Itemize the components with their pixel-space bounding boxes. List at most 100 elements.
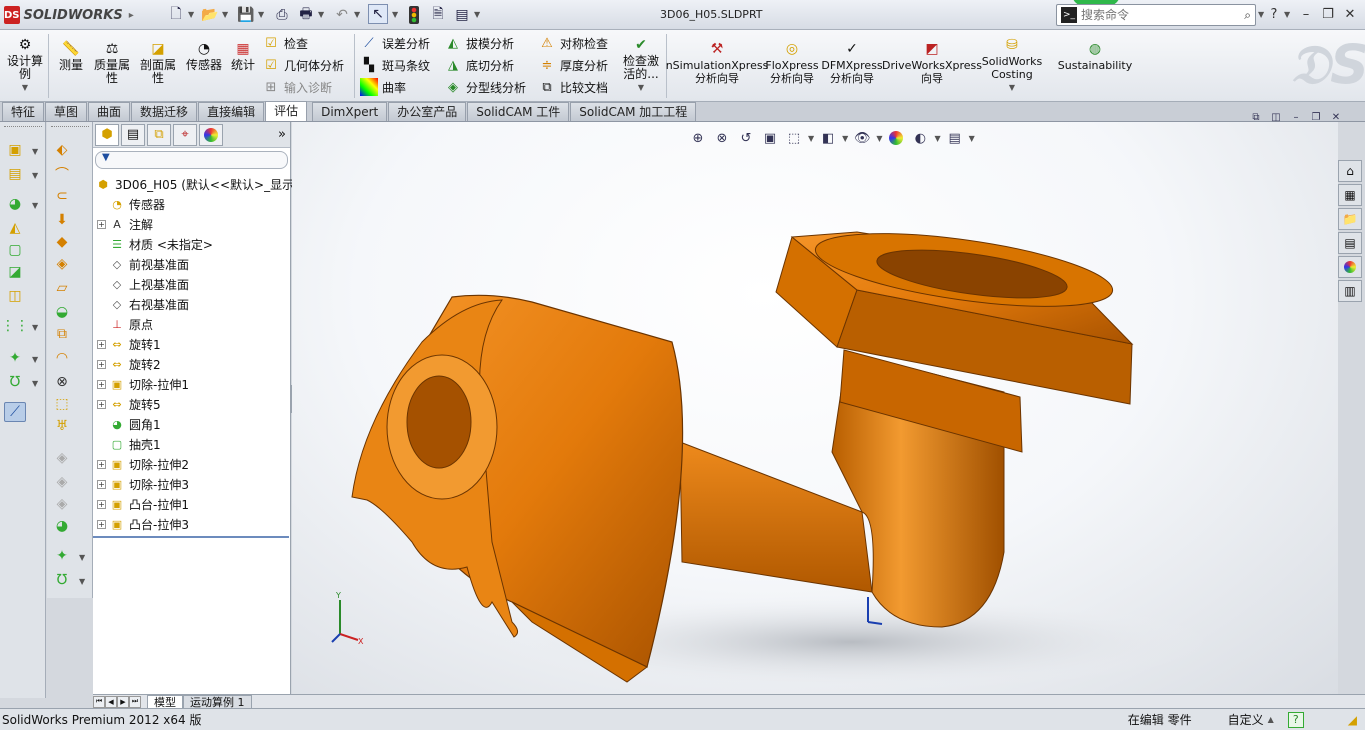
pattern-disabled-icon[interactable]: ◈ — [51, 472, 73, 492]
zebra-stripes-button[interactable]: ▚ 斑马条纹 — [360, 54, 430, 76]
chevron-down-icon[interactable]: ▼ — [392, 10, 398, 19]
tree-node[interactable]: + ▣ 凸台-拉伸1 — [97, 494, 189, 514]
printer-icon[interactable]: 🖶 — [296, 5, 316, 25]
configuration-manager-tab-icon[interactable]: ⧉ — [147, 123, 171, 146]
rebuild-traffic-light-icon[interactable] — [404, 5, 424, 25]
split-icon[interactable]: ♅ — [51, 416, 73, 436]
chevron-down-icon[interactable]: ▼ — [876, 134, 882, 143]
tab-6[interactable]: DimXpert — [312, 102, 388, 121]
chevron-down-icon[interactable]: ▼ — [32, 147, 38, 156]
tree-node[interactable]: + ▣ 凸台-拉伸3 — [97, 514, 189, 534]
solidworks-logo[interactable]: DS SOLIDWORKS ▸ — [4, 4, 134, 26]
dimxpert-manager-tab-icon[interactable]: ⌖ — [173, 123, 197, 146]
feature-manager-tab-icon[interactable]: ⬢ — [95, 123, 119, 146]
tree-node[interactable]: + A 注解 — [97, 214, 153, 234]
extruded-cut-icon[interactable]: ▤ — [4, 164, 26, 184]
chevron-down-icon[interactable]: ▼ — [258, 10, 264, 19]
lofted-cut-icon[interactable]: ▱ — [51, 278, 73, 298]
zoom-to-fit-icon[interactable]: ⊕ — [688, 128, 708, 148]
tab-7[interactable]: 办公室产品 — [388, 102, 467, 121]
reference-point-icon[interactable]: ✦ — [51, 546, 73, 566]
custom-properties-icon[interactable]: ▥ — [1338, 280, 1362, 302]
help-icon[interactable]: ? — [1264, 4, 1284, 24]
chevron-down-icon[interactable]: ▼ — [32, 379, 38, 388]
print-icon[interactable]: ⎙ — [272, 5, 292, 25]
property-manager-tab-icon[interactable]: ▤ — [121, 123, 145, 146]
close-window-button[interactable]: ✕ — [1340, 4, 1360, 24]
sw-costing-button[interactable]: ⛁ SolidWorks Costing ▼ — [982, 36, 1042, 94]
tree-node[interactable]: ◇ 右视基准面 — [97, 294, 189, 314]
chevron-down-icon[interactable]: ▼ — [32, 355, 38, 364]
tab-0[interactable]: 特征 — [2, 102, 45, 121]
chevron-down-icon[interactable]: ▼ — [79, 577, 85, 586]
undo-icon[interactable]: ↶ — [332, 5, 352, 25]
chevron-down-icon[interactable]: ▼ — [32, 323, 38, 332]
model-tab[interactable]: 模型 — [147, 694, 183, 709]
expand-toggle-icon[interactable]: + — [97, 339, 106, 349]
check-active-button[interactable]: ✔ 检查激活的... ▼ — [618, 36, 664, 94]
shell-icon[interactable]: ▢ — [4, 240, 26, 260]
expand-toggle-icon[interactable]: + — [97, 519, 106, 529]
chevron-down-icon[interactable]: ▼ — [969, 134, 975, 143]
swept-cut-icon[interactable]: ◈ — [51, 254, 73, 274]
chevron-down-icon[interactable]: ▼ — [32, 171, 38, 180]
tab-5[interactable]: 评估 — [265, 101, 308, 121]
tree-node[interactable]: + ▣ 切除-拉伸2 — [97, 454, 189, 474]
deviation-analysis-button[interactable]: ⟋ 误差分析 — [360, 32, 430, 54]
chevron-down-icon[interactable]: ▼ — [1284, 10, 1290, 19]
reference-geometry-icon[interactable]: ✦ — [4, 348, 26, 368]
tile-view-icon[interactable]: ⧉ — [1248, 110, 1264, 124]
part-model-view[interactable]: Y X — [292, 122, 1338, 694]
tab-4[interactable]: 直接编辑 — [198, 102, 265, 121]
thickness-analysis-button[interactable]: ≑ 厚度分析 — [538, 54, 608, 76]
hole-wizard-icon[interactable]: ◒ — [51, 302, 73, 322]
design-library-icon[interactable]: ▦ — [1338, 184, 1362, 206]
measure-button[interactable]: 📏 测量 — [56, 40, 86, 72]
next-tab-icon[interactable]: ▶ — [117, 695, 129, 708]
revolved-cut-icon[interactable]: ◆ — [51, 232, 73, 252]
sensors-button[interactable]: ◔ 传感器 — [184, 40, 224, 72]
file-explorer-icon[interactable]: 📁 — [1338, 208, 1362, 230]
restore-doc-icon[interactable]: ❐ — [1308, 110, 1324, 124]
close-doc-icon[interactable]: ✕ — [1328, 110, 1344, 124]
instant3d-icon[interactable]: ⟋ — [4, 402, 26, 422]
expand-toggle-icon[interactable]: + — [97, 399, 106, 409]
freeform-icon[interactable]: ◕ — [51, 516, 73, 536]
tab-3[interactable]: 数据迁移 — [131, 102, 198, 121]
expand-toggle-icon[interactable]: + — [97, 219, 106, 229]
last-tab-icon[interactable]: ⏭ — [129, 695, 141, 708]
draft-analysis-button[interactable]: ◭ 拔模分析 — [444, 32, 526, 54]
revolved-boss-icon[interactable]: ⬖ — [51, 140, 73, 160]
expand-toggle-icon[interactable]: + — [97, 359, 106, 369]
motion-study-tab[interactable]: 运动算例 1 — [183, 694, 252, 709]
geometry-analysis-button[interactable]: ☑ 几何体分析 — [262, 54, 344, 76]
prev-tab-icon[interactable]: ◀ — [105, 695, 117, 708]
swept-boss-icon[interactable]: ⌒ — [51, 164, 73, 184]
previous-view-icon[interactable]: ↺ — [736, 128, 756, 148]
rollback-bar[interactable] — [93, 536, 289, 538]
tree-node[interactable]: + ⇔ 旋转5 — [97, 394, 161, 414]
tree-node[interactable]: ◕ 圆角1 — [97, 414, 160, 434]
home-icon[interactable]: ⌂ — [1338, 160, 1362, 182]
apply-scene-icon[interactable]: ◐ — [910, 128, 930, 148]
tab-1[interactable]: 草图 — [45, 102, 88, 121]
design-study-button[interactable]: ⚙ 设计算例 ▼ — [6, 36, 44, 94]
compare-documents-button[interactable]: ⧉ 比较文档 — [538, 76, 608, 98]
expand-panel-icon[interactable]: » — [278, 127, 286, 142]
options-icon[interactable]: ▤ — [452, 5, 472, 25]
driveworks-xpress-button[interactable]: ◩ DriveWorksXpress 向导 — [882, 40, 982, 86]
expand-toggle-icon[interactable]: + — [97, 479, 106, 489]
select-pointer-icon[interactable]: ↖ — [368, 4, 388, 24]
hide-show-items-icon[interactable]: 👁 — [852, 128, 872, 148]
minimize-doc-icon[interactable]: – — [1288, 110, 1304, 124]
tree-node[interactable]: + ▣ 切除-拉伸1 — [97, 374, 189, 394]
view-settings-icon[interactable]: ▤ — [945, 128, 965, 148]
undercut-analysis-button[interactable]: ◮ 底切分析 — [444, 54, 526, 76]
display-manager-tab-icon[interactable] — [199, 123, 223, 146]
import-diagnostics-button[interactable]: ⊞ 输入诊断 — [262, 76, 344, 98]
tree-node[interactable]: ◔ 传感器 — [97, 194, 165, 214]
chevron-down-icon[interactable]: ▼ — [188, 10, 194, 19]
statistics-button[interactable]: ▦ 统计 — [228, 40, 258, 72]
tab-8[interactable]: SolidCAM 工件 — [467, 102, 570, 121]
flo-xpress-button[interactable]: ◎ FloXpress 分析向导 — [765, 40, 818, 86]
